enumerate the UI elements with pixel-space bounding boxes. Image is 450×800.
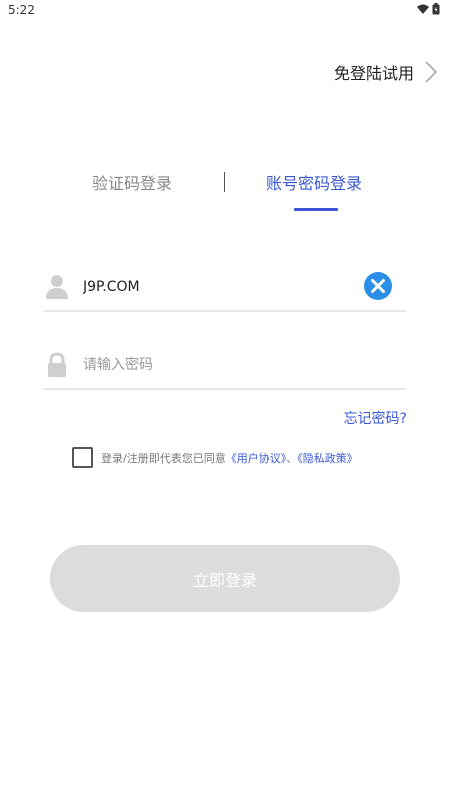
user-icon <box>46 275 68 299</box>
login-screen: 5:22 免登陆试用 验证码登录 账号密码登录 J9P.COM 忘记密码? 登录… <box>0 0 450 800</box>
agreement-text: 登录/注册即代表您已同意《用户协议》、《隐私政策》 <box>101 450 358 466</box>
tab-sms-code-login[interactable]: 验证码登录 <box>92 170 172 194</box>
trial-login-label: 免登陆试用 <box>333 64 414 83</box>
forgot-password-link[interactable]: 忘记密码? <box>344 408 407 428</box>
agreement-checkbox[interactable] <box>72 447 93 468</box>
agreement-row: 登录/注册即代表您已同意《用户协议》、《隐私政策》 <box>72 447 358 468</box>
user-agreement-link[interactable]: 《用户协议》 <box>226 452 287 465</box>
privacy-policy-link[interactable]: 《隐私政策》 <box>297 452 358 465</box>
active-tab-indicator <box>294 208 338 211</box>
status-icons <box>417 3 440 15</box>
lock-icon <box>48 352 66 377</box>
password-input[interactable] <box>83 352 353 378</box>
agreement-prefix: 登录/注册即代表您已同意 <box>101 451 226 465</box>
tab-divider <box>224 172 225 192</box>
tab-account-password-login[interactable]: 账号密码登录 <box>266 170 362 194</box>
password-field-row <box>43 340 406 390</box>
trial-login-button[interactable]: 免登陆试用 <box>334 60 438 84</box>
login-button[interactable]: 立即登录 <box>50 545 400 612</box>
agreement-separator: 、 <box>286 451 298 465</box>
status-bar: 5:22 <box>0 0 450 22</box>
username-input[interactable] <box>83 274 353 300</box>
username-field-row <box>43 262 406 312</box>
battery-icon <box>432 3 440 15</box>
chevron-right-icon <box>425 61 438 83</box>
clear-input-icon[interactable] <box>364 272 392 300</box>
wifi-icon <box>417 4 429 14</box>
status-time: 5:22 <box>8 3 35 17</box>
